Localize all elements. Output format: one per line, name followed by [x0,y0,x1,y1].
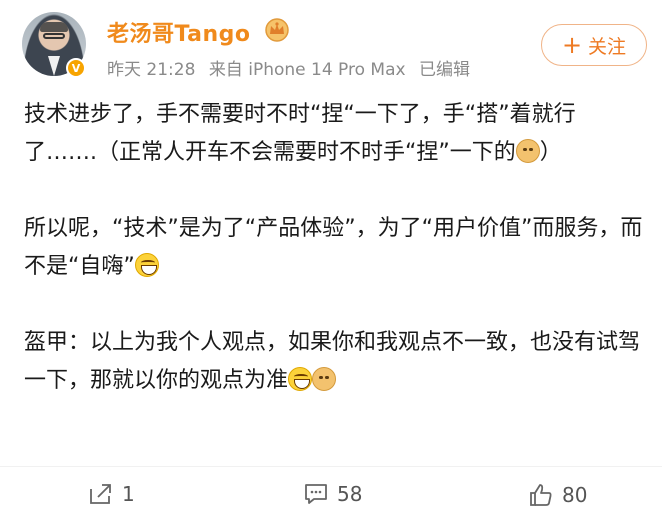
avatar-glasses [43,33,65,39]
repost-button[interactable]: 1 [88,482,135,506]
share-icon [90,484,111,504]
like-count: 80 [562,483,588,507]
grin-emoji-icon [134,253,159,277]
follow-label: 关注 [588,35,627,58]
paragraph-1: 技术进步了，手不需要时不时“捏“一下了，手“搭”着就行了…….（正常人开车不会需… [24,96,644,172]
avatar-shirt [48,56,60,76]
doge-emoji-icon [515,139,540,163]
paragraph-1-text: 技术进步了，手不需要时不时“捏“一下了，手“搭”着就行了…….（正常人开车不会需… [24,102,576,165]
paragraph-2: 所以呢，“技术”是为了“产品体验”，为了“用户价值”而服务，而不是“自嗨” [24,210,644,286]
thumbs-up-icon [530,484,552,506]
comment-count: 58 [337,482,363,506]
post-edited[interactable]: 已编辑 [419,60,470,80]
post-header: V 老汤哥Tango 昨天 21:28 来自 iPhone 14 Pro Max… [0,0,662,90]
doge-emoji-icon [312,367,337,391]
crown-icon [265,18,289,42]
paragraph-1-suffix: ） [539,140,562,165]
comment-icon [305,484,327,504]
verified-badge-icon: V [66,58,86,78]
post-source[interactable]: 来自 iPhone 14 Pro Max [209,60,406,80]
repost-count: 1 [122,482,135,506]
avatar-hair [40,22,68,32]
post-time: 昨天 21:28 [107,60,196,80]
post-meta: 昨天 21:28 来自 iPhone 14 Pro Max 已编辑 [107,55,478,80]
action-bar: 1 58 80 [0,468,662,524]
post-content: 技术进步了，手不需要时不时“捏“一下了，手“搭”着就行了…….（正常人开车不会需… [24,96,644,438]
plus-icon: + [561,31,583,59]
grin-emoji-icon [288,367,313,391]
divider [0,466,662,467]
paragraph-3: 盔甲：以上为我个人观点，如果你和我观点不一致，也没有试驾一下，那就以你的观点为准 [24,324,644,400]
paragraph-2-text: 所以呢，“技术”是为了“产品体验”，为了“用户价值”而服务，而不是“自嗨” [24,216,643,279]
comment-button[interactable]: 58 [303,482,362,506]
follow-button[interactable]: + 关注 [541,24,647,66]
like-button[interactable]: 80 [528,482,587,508]
author-name[interactable]: 老汤哥Tango [107,16,251,48]
